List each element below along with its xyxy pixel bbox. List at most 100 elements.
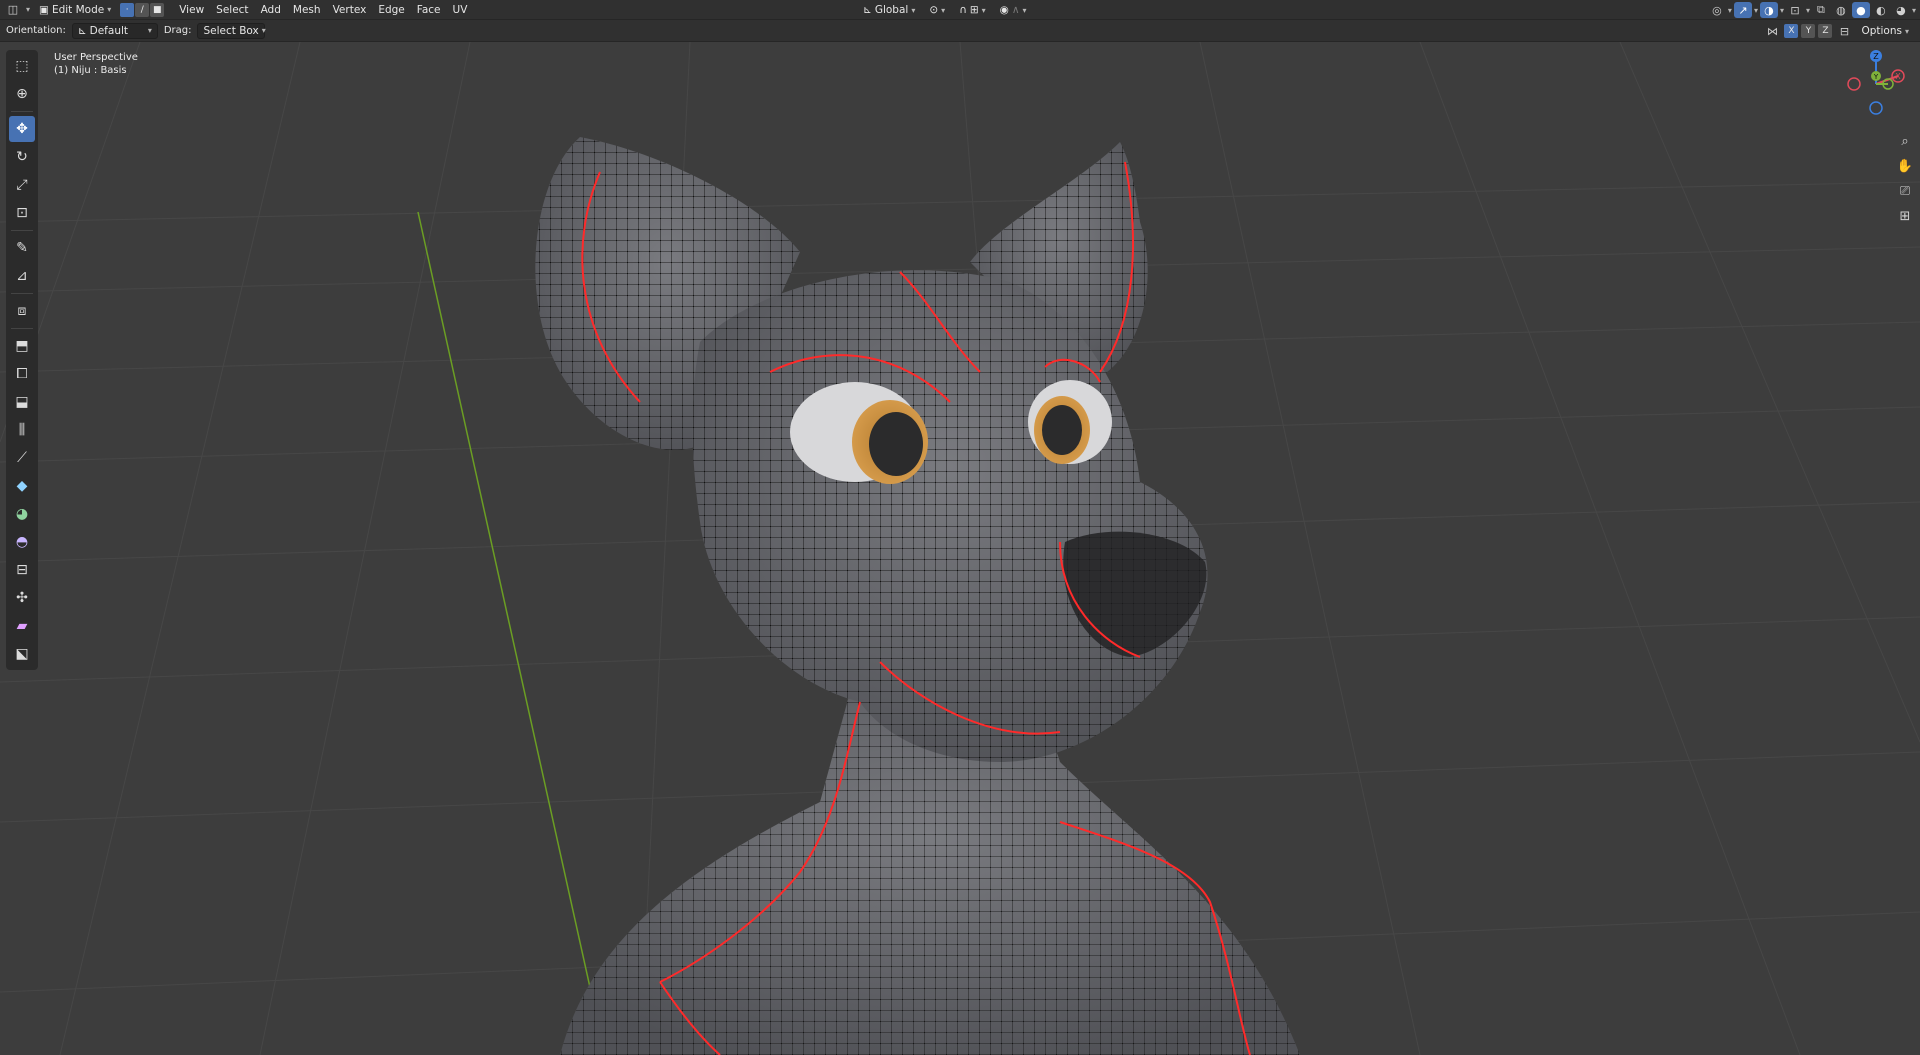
chevron-down-icon[interactable]: ▾ xyxy=(1780,6,1784,15)
pan-hand-icon[interactable]: ✋ xyxy=(1894,155,1916,177)
shear-icon[interactable]: ▰ xyxy=(9,613,35,639)
measure-icon[interactable]: ⊿ xyxy=(9,263,35,289)
material-preview-icon[interactable]: ◐ xyxy=(1872,2,1890,18)
edge-slide-icon[interactable]: ⊟ xyxy=(9,557,35,583)
spin-icon[interactable]: ◕ xyxy=(9,501,35,527)
gizmo-x-label: X xyxy=(1895,72,1901,81)
smooth-icon[interactable]: ◓ xyxy=(9,529,35,555)
options-label: Options xyxy=(1861,25,1902,37)
shrink-fatten-icon[interactable]: ✣ xyxy=(9,585,35,611)
divider xyxy=(11,293,33,294)
snap-target-icon: ⊞ xyxy=(969,4,979,16)
move-icon[interactable]: ✥ xyxy=(9,116,35,142)
chevron-down-icon[interactable]: ▾ xyxy=(1806,6,1810,15)
ortho-grid-icon[interactable]: ⊞ xyxy=(1894,205,1916,227)
tool-settings-right: ⋈ X Y Z ⊟ Options ▾ xyxy=(1763,23,1914,39)
gizmo-y-label: Y xyxy=(1873,73,1879,81)
rip-icon[interactable]: ⬕ xyxy=(9,641,35,667)
chevron-down-icon: ▾ xyxy=(911,5,916,15)
drag-dropdown[interactable]: Select Box ▾ xyxy=(197,22,266,39)
visibility-icon[interactable]: ◎ xyxy=(1708,2,1726,18)
tool-settings-bar: Orientation: ⊾ Default ▾ Drag: Select Bo… xyxy=(0,20,1920,42)
header-right: ◎ ▾ ↗ ▾ ◑ ▾ ⊡ ▾ ⧉ ◍ ● ◐ ◕ ▾ xyxy=(1708,2,1916,18)
proportional-edit-icon: ◉ xyxy=(999,4,1009,16)
loop-cut-icon[interactable]: ⫼ xyxy=(9,417,35,443)
proportional-edit-toggle[interactable]: ◉ ∧ ▾ xyxy=(995,2,1032,18)
rotate-icon[interactable]: ↻ xyxy=(9,144,35,170)
rendered-shading-icon[interactable]: ◕ xyxy=(1892,2,1910,18)
extrude-icon[interactable]: ⬒ xyxy=(9,333,35,359)
menu-edge[interactable]: Edge xyxy=(373,2,409,18)
orientation-axes-icon: ⊾ xyxy=(77,24,87,37)
menu-uv[interactable]: UV xyxy=(448,2,473,18)
mesh-edit-overlay-icon[interactable]: ⊡ xyxy=(1786,2,1804,18)
orientation-label: Orientation: xyxy=(6,25,66,36)
chevron-down-icon: ▾ xyxy=(1022,5,1027,15)
vertex-select-icon[interactable]: · xyxy=(120,2,135,17)
snap-toggle[interactable]: ∩ ⊞ ▾ xyxy=(954,2,991,18)
mirror-z-toggle[interactable]: Z xyxy=(1818,24,1833,38)
mode-label: Edit Mode xyxy=(51,3,105,16)
bevel-icon[interactable]: ⬓ xyxy=(9,389,35,415)
mirror-y-toggle[interactable]: Y xyxy=(1801,24,1816,38)
transform-orientation-label: Global xyxy=(874,4,909,16)
cursor-icon[interactable]: ⊕ xyxy=(9,81,35,107)
overlays-toggle-icon[interactable]: ◑ xyxy=(1759,2,1778,18)
transform-orientation-dropdown[interactable]: ⊾ Global ▾ xyxy=(858,2,920,18)
pivot-point-dropdown[interactable]: ⊙ ▾ xyxy=(924,2,950,18)
face-select-icon[interactable]: ■ xyxy=(150,2,165,17)
auto-merge-icon[interactable]: ⊟ xyxy=(1835,23,1853,39)
scale-icon[interactable]: ⤢ xyxy=(9,172,35,198)
options-dropdown[interactable]: Options ▾ xyxy=(1856,23,1914,39)
add-cube-icon[interactable]: ⧈ xyxy=(9,298,35,324)
zoom-icon[interactable]: ⌕ xyxy=(1894,130,1916,152)
pivot-icon: ⊙ xyxy=(929,4,939,16)
navigation-gizmo[interactable]: Z Y X xyxy=(1840,48,1912,120)
mirror-x-toggle[interactable]: X xyxy=(1784,24,1799,38)
xray-toggle-icon[interactable]: ⧉ xyxy=(1812,2,1830,18)
gizmo-neg-x[interactable] xyxy=(1847,77,1861,91)
editor-type-chevron-icon[interactable]: ▾ xyxy=(26,5,30,14)
orientation-value: Default xyxy=(89,24,129,37)
orientation-dropdown[interactable]: ⊾ Default ▾ xyxy=(71,22,158,39)
select-box-icon[interactable]: ⬚ xyxy=(9,53,35,79)
shading-options-chevron-icon[interactable]: ▾ xyxy=(1912,6,1916,15)
header-menus: View Select Add Mesh Vertex Edge Face UV xyxy=(174,2,472,18)
wireframe-shading-icon[interactable]: ◍ xyxy=(1832,2,1850,18)
menu-add[interactable]: Add xyxy=(256,2,286,18)
mesh-symmetry-icon: ⋈ xyxy=(1766,24,1778,38)
menu-view[interactable]: View xyxy=(174,2,209,18)
view3d-icon[interactable]: ◫ xyxy=(4,2,22,18)
chevron-down-icon: ▾ xyxy=(147,26,152,35)
chevron-down-icon: ▾ xyxy=(261,26,266,35)
transform-icon[interactable]: ⊡ xyxy=(9,200,35,226)
mode-selector[interactable]: ▣ Edit Mode ▾ xyxy=(34,2,116,18)
menu-mesh[interactable]: Mesh xyxy=(288,2,326,18)
divider xyxy=(11,230,33,231)
poly-build-icon[interactable]: ◆ xyxy=(9,473,35,499)
magnet-icon: ∩ xyxy=(959,4,967,16)
character-mesh[interactable] xyxy=(535,137,1300,1055)
inset-icon[interactable]: ⧠ xyxy=(9,361,35,387)
3d-viewport[interactable]: User Perspective (1) Niju : Basis Z Y X … xyxy=(0,42,1920,1055)
edit-mode-icon: ▣ xyxy=(39,3,49,16)
perspective-label: User Perspective xyxy=(54,52,138,63)
annotate-icon[interactable]: ✎ xyxy=(9,235,35,261)
knife-icon[interactable]: ⟋ xyxy=(9,445,35,471)
chevron-down-icon[interactable]: ▾ xyxy=(1728,6,1732,15)
gizmo-neg-z[interactable] xyxy=(1869,101,1883,115)
solid-shading-icon[interactable]: ● xyxy=(1851,2,1870,18)
camera-view-icon[interactable]: ⎚ xyxy=(1894,180,1916,202)
chevron-down-icon: ▾ xyxy=(941,5,946,15)
tool-shelf: ⬚ ⊕ ✥ ↻ ⤢ ⊡ ✎ ⊿ ⧈ ⬒ ⧠ ⬓ ⫼ ⟋ ◆ ◕ ◓ ⊟ ✣ ▰ … xyxy=(6,50,38,670)
gizmo-toggle-icon[interactable]: ↗ xyxy=(1733,2,1752,18)
gizmo-z-label: Z xyxy=(1873,52,1879,61)
chevron-down-icon: ▾ xyxy=(1904,26,1909,36)
menu-vertex[interactable]: Vertex xyxy=(328,2,372,18)
chevron-down-icon: ▾ xyxy=(107,5,112,14)
header-center: ⊾ Global ▾ ⊙ ▾ ∩ ⊞ ▾ ◉ ∧ ▾ xyxy=(858,2,1032,18)
menu-select[interactable]: Select xyxy=(211,2,253,18)
chevron-down-icon[interactable]: ▾ xyxy=(1754,6,1758,15)
menu-face[interactable]: Face xyxy=(412,2,446,18)
edge-select-icon[interactable]: / xyxy=(135,2,150,17)
